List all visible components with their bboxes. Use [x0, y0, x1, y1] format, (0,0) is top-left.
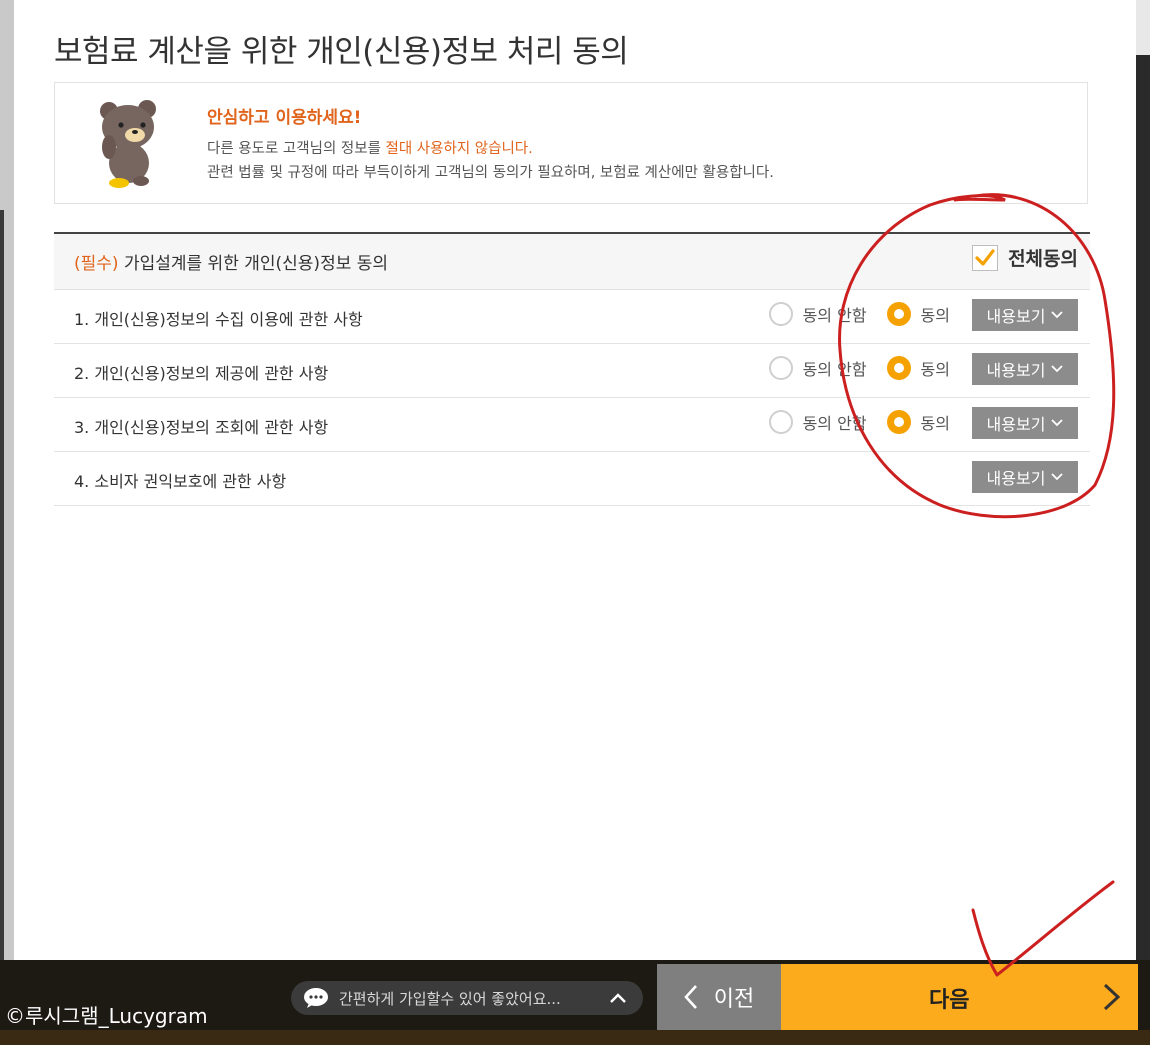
prev-button-label: 이전 [713, 987, 755, 1012]
consent-radio-group: 동의 안함 동의 [749, 302, 950, 326]
chevron-down-icon [1051, 419, 1064, 427]
view-details-label: 내용보기 [986, 361, 1046, 380]
agree-label: 동의 [920, 360, 950, 379]
checkbox-box[interactable] [972, 244, 999, 271]
consent-row-label: 3. 개인(신용)정보의 조회에 관한 사항 [74, 418, 329, 437]
required-tag: (필수) [74, 254, 119, 274]
consent-table: (필수) 가입설계를 위한 개인(신용)정보 동의 전체동의 1. 개인(신용)… [54, 232, 1090, 506]
view-details-button[interactable]: 내용보기 [972, 299, 1078, 331]
agree-label: 동의 [920, 414, 950, 433]
consent-row-label: 2. 개인(신용)정보의 제공에 관한 사항 [74, 364, 329, 383]
chevron-down-icon [1051, 473, 1064, 481]
scrollbar-track[interactable] [1136, 55, 1150, 965]
disagree-radio[interactable]: 동의 안함 [768, 410, 867, 434]
agree-radio[interactable]: 동의 [886, 302, 950, 326]
chevron-right-icon [1103, 983, 1121, 1011]
consent-header-text: 가입설계를 위한 개인(신용)정보 동의 [118, 254, 389, 274]
consent-row-consumer-rights: 4. 소비자 권익보호에 관한 사항 내용보기 [54, 452, 1090, 506]
agree-label: 동의 [920, 306, 950, 325]
consent-header: (필수) 가입설계를 위한 개인(신용)정보 동의 전체동의 [54, 232, 1090, 290]
background-left-shadow [0, 210, 4, 970]
agree-all-checkbox[interactable]: 전체동의 [972, 244, 1078, 271]
bear-mascot-icon [100, 100, 156, 188]
notice-box: 안심하고 이용하세요! 다른 용도로 고객님의 정보를 절대 사용하지 않습니다… [54, 82, 1088, 204]
disagree-radio[interactable]: 동의 안함 [768, 302, 867, 326]
radio-unselected-icon[interactable] [768, 410, 793, 434]
background-floor [0, 1030, 1150, 1045]
speech-bubble-icon [304, 988, 328, 1008]
next-button[interactable]: 다음 [781, 964, 1138, 1030]
notice-text-emphasis: 절대 사용하지 않습니다. [385, 141, 533, 157]
chevron-down-icon [1051, 365, 1064, 373]
radio-selected-icon[interactable] [886, 410, 911, 434]
view-details-label: 내용보기 [986, 307, 1046, 326]
agree-radio[interactable]: 동의 [886, 410, 950, 434]
view-details-label: 내용보기 [986, 469, 1046, 488]
review-chat-text: 간편하게 가입할수 있어 좋았어요... [339, 989, 561, 1008]
page-title: 보험료 계산을 위한 개인(신용)정보 처리 동의 [54, 34, 629, 70]
agree-radio[interactable]: 동의 [886, 356, 950, 380]
consent-modal: 보험료 계산을 위한 개인(신용)정보 처리 동의 안심하고 이용하세요! 다른… [14, 0, 1136, 960]
consent-row-inquiry: 3. 개인(신용)정보의 조회에 관한 사항 동의 안함 동의 내용보기 [54, 398, 1090, 452]
radio-selected-icon[interactable] [886, 302, 911, 326]
notice-text-line1: 다른 용도로 고객님의 정보를 절대 사용하지 않습니다. [207, 137, 533, 158]
chevron-left-icon [683, 985, 697, 1009]
radio-selected-icon[interactable] [886, 356, 911, 380]
radio-unselected-icon[interactable] [768, 302, 793, 326]
disagree-label: 동의 안함 [802, 306, 867, 325]
consent-row-provision: 2. 개인(신용)정보의 제공에 관한 사항 동의 안함 동의 내용보기 [54, 344, 1090, 398]
disagree-label: 동의 안함 [802, 360, 867, 379]
checkmark-icon [975, 248, 995, 266]
consent-row-collection: 1. 개인(신용)정보의 수집 이용에 관한 사항 동의 안함 동의 내용보기 [54, 290, 1090, 344]
review-chat-toggle[interactable]: 간편하게 가입할수 있어 좋았어요... [291, 981, 643, 1015]
watermark: ©루시그램_Lucygram [5, 1004, 208, 1028]
prev-button[interactable]: 이전 [657, 964, 781, 1030]
consent-row-label: 4. 소비자 권익보호에 관한 사항 [74, 472, 287, 491]
notice-title: 안심하고 이용하세요! [207, 108, 362, 128]
consent-header-label: (필수) 가입설계를 위한 개인(신용)정보 동의 [74, 249, 388, 274]
consent-radio-group: 동의 안함 동의 [749, 410, 950, 434]
chevron-up-icon[interactable] [609, 989, 627, 1007]
radio-unselected-icon[interactable] [768, 356, 793, 380]
view-details-label: 내용보기 [986, 415, 1046, 434]
consent-radio-group: 동의 안함 동의 [749, 356, 950, 380]
agree-all-label: 전체동의 [1008, 248, 1078, 270]
view-details-button[interactable]: 내용보기 [972, 461, 1078, 493]
chevron-down-icon [1051, 311, 1064, 319]
view-details-button[interactable]: 내용보기 [972, 407, 1078, 439]
notice-text-line2: 관련 법률 및 규정에 따라 부득이하게 고객님의 동의가 필요하며, 보험료 … [207, 165, 774, 181]
view-details-button[interactable]: 내용보기 [972, 353, 1078, 385]
disagree-radio[interactable]: 동의 안함 [768, 356, 867, 380]
notice-text-prefix: 다른 용도로 고객님의 정보를 [207, 141, 386, 157]
consent-row-label: 1. 개인(신용)정보의 수집 이용에 관한 사항 [74, 310, 363, 329]
disagree-label: 동의 안함 [802, 414, 867, 433]
next-button-label: 다음 [929, 988, 970, 1013]
